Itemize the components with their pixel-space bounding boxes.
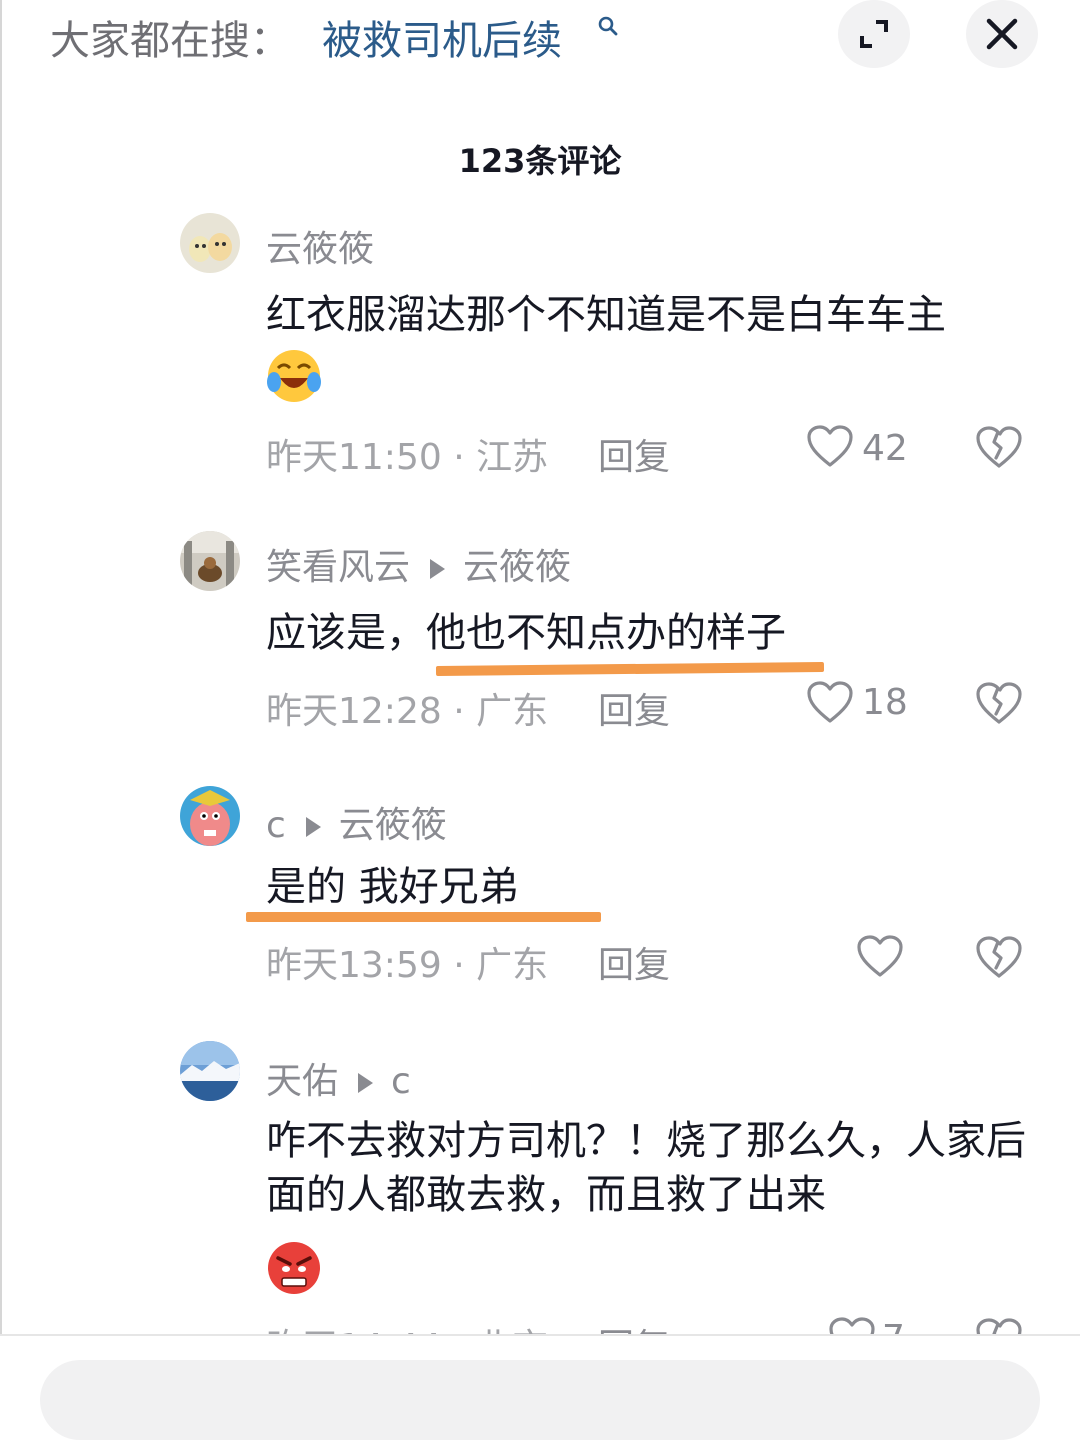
comment-input[interactable] — [40, 1360, 1040, 1440]
reply-arrow-icon — [430, 559, 446, 579]
laughing-tears-emoji — [267, 350, 321, 402]
hot-search-link[interactable]: 被救司机后续 — [322, 8, 562, 66]
broken-heart-icon[interactable] — [975, 680, 1023, 726]
comment-count-title: 123条评论 — [458, 142, 622, 180]
hot-search-label: 大家都在搜： — [50, 18, 290, 64]
highlight-underline — [435, 661, 825, 677]
reply-to-name[interactable]: 云筱筱 — [463, 547, 571, 588]
reply-button[interactable]: 回复 — [598, 682, 670, 734]
avatar[interactable] — [180, 1041, 240, 1101]
comment-meta: 昨天11:50 · 江苏 — [266, 437, 549, 478]
expand-button[interactable] — [838, 0, 910, 68]
heart-icon[interactable] — [806, 680, 854, 724]
comment-author[interactable]: c 云筱筱 — [266, 796, 447, 848]
author-name[interactable]: c — [266, 805, 286, 846]
reply-button[interactable]: 回复 — [598, 936, 670, 988]
broken-heart-icon[interactable] — [975, 424, 1023, 470]
expand-icon — [860, 20, 888, 48]
author-name[interactable]: 天佑 — [266, 1061, 338, 1102]
comment-author[interactable]: 云筱筱 — [266, 220, 374, 272]
comment-meta: 昨天13:59 · 广东 — [266, 945, 549, 986]
comment-text: 是的 我好兄弟 — [266, 864, 519, 910]
like-count: 18 — [862, 682, 908, 723]
heart-icon[interactable] — [806, 424, 854, 468]
heart-icon[interactable] — [856, 934, 904, 978]
reply-button[interactable]: 回复 — [598, 428, 670, 480]
reply-to-name[interactable]: 云筱筱 — [339, 805, 447, 846]
avatar[interactable] — [180, 213, 240, 273]
angry-emoji — [268, 1242, 320, 1294]
broken-heart-icon[interactable] — [975, 934, 1023, 980]
header: 大家都在搜： 被救司机后续 — [0, 0, 1080, 80]
comment-text: 咋不去救对方司机？！烧了那么久，人家后面的人都敢去救，而且救了出来 — [266, 1118, 1026, 1218]
close-icon — [986, 18, 1018, 50]
reply-to-name[interactable]: c — [391, 1061, 411, 1102]
avatar[interactable] — [180, 531, 240, 591]
comment-text: 红衣服溜达那个不知道是不是白车车主 — [266, 292, 946, 338]
left-edge-divider — [0, 0, 2, 1390]
comment-meta: 昨天12:28 · 广东 — [266, 691, 549, 732]
author-name[interactable]: 笑看风云 — [266, 547, 410, 588]
like-count: 42 — [862, 428, 908, 469]
search-icon[interactable] — [596, 14, 620, 38]
reply-arrow-icon — [305, 817, 321, 837]
close-button[interactable] — [966, 0, 1038, 68]
highlight-underline — [246, 912, 601, 922]
comment-author[interactable]: 笑看风云 云筱筱 — [266, 538, 571, 590]
author-name[interactable]: 云筱筱 — [266, 229, 374, 270]
avatar[interactable] — [180, 786, 240, 846]
comment-text: 应该是，他也不知点办的样子 — [266, 610, 786, 656]
reply-arrow-icon — [358, 1073, 374, 1093]
comment-author[interactable]: 天佑 c — [266, 1052, 411, 1104]
